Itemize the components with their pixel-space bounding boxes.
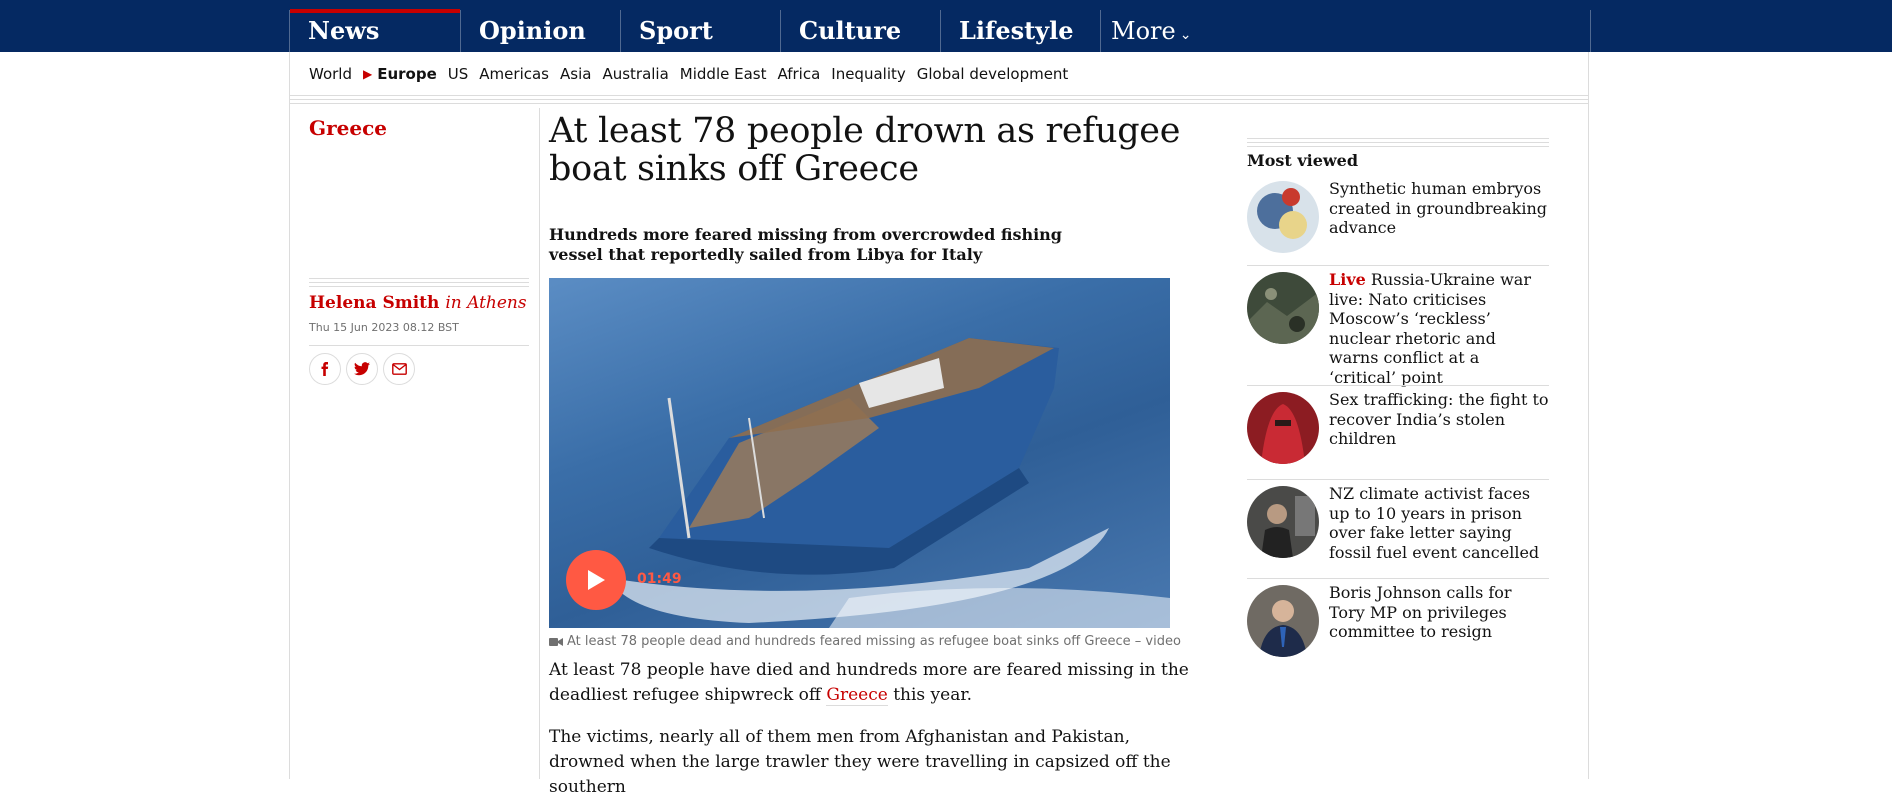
live-kicker: Live	[1329, 270, 1366, 289]
publish-date: Thu 15 Jun 2023 08.12 BST	[309, 321, 459, 334]
pillar-sport-label: Sport	[639, 16, 713, 45]
subnav-europe[interactable]: Europe	[377, 62, 437, 86]
article-paragraph-1: At least 78 people have died and hundred…	[549, 658, 1189, 708]
facebook-icon	[321, 362, 329, 376]
video-camera-icon	[549, 637, 563, 647]
meta-divider	[309, 278, 529, 290]
byline: Helena Smith in Athens	[309, 292, 527, 314]
thumbnail-image	[1247, 272, 1319, 344]
subnav-world[interactable]: World	[309, 62, 352, 86]
most-viewed-headline: NZ climate activist faces up to 10 years…	[1329, 484, 1540, 562]
column-divider	[539, 108, 540, 779]
play-button[interactable]	[566, 550, 626, 610]
author-name[interactable]: Helena Smith	[309, 293, 439, 313]
most-viewed-heading: Most viewed	[1247, 151, 1359, 170]
chevron-down-icon: ⌄	[1179, 27, 1192, 43]
email-icon	[391, 363, 407, 375]
pillar-news[interactable]: News	[290, 9, 460, 52]
video-caption: At least 78 people dead and hundreds fea…	[549, 634, 1181, 649]
subnav: World ▶ Europe US Americas Asia Australi…	[309, 62, 1079, 86]
subnav-middle-east[interactable]: Middle East	[680, 62, 767, 86]
most-viewed-divider	[1247, 138, 1549, 150]
subnav-inequality[interactable]: Inequality	[831, 62, 905, 86]
most-viewed-headline: Sex trafficking: the fight to recover In…	[1329, 390, 1549, 448]
subnav-africa[interactable]: Africa	[777, 62, 820, 86]
most-viewed-headline: Synthetic human embryos created in groun…	[1329, 179, 1547, 237]
more-menu-button[interactable]: More ⌄	[1100, 10, 1260, 52]
most-viewed-item-2[interactable]: Live Russia-Ukraine war live: Nato criti…	[1247, 265, 1549, 387]
most-viewed-headline: Live Russia-Ukraine war live: Nato criti…	[1329, 270, 1549, 387]
subnav-global-development[interactable]: Global development	[917, 62, 1069, 86]
article-paragraph-2: The victims, nearly all of them men from…	[549, 727, 1171, 797]
pillar-lifestyle[interactable]: Lifestyle	[940, 10, 1100, 52]
thumbnail-image	[1247, 181, 1319, 253]
share-email-button[interactable]	[383, 353, 415, 385]
section-tag[interactable]: Greece	[309, 116, 387, 140]
subnav-us[interactable]: US	[448, 62, 469, 86]
pillar-nav: News Opinion Sport Culture Lifestyle Mor…	[289, 9, 1591, 52]
most-viewed-item-1[interactable]: Synthetic human embryos created in groun…	[1247, 175, 1549, 265]
meta-separator	[309, 345, 529, 346]
section-divider	[289, 95, 1589, 107]
pillar-culture[interactable]: Culture	[780, 10, 940, 52]
subnav-australia[interactable]: Australia	[602, 62, 668, 86]
paragraph-1-text-end: this year.	[887, 685, 973, 705]
more-label: More	[1111, 17, 1176, 45]
thumbnail-image	[1247, 585, 1319, 657]
most-viewed-headline: Boris Johnson calls for Tory MP on privi…	[1329, 583, 1512, 641]
twitter-icon	[354, 362, 370, 376]
pillar-opinion-label: Opinion	[479, 16, 586, 45]
greece-link[interactable]: Greece	[826, 685, 888, 706]
video-caption-text: At least 78 people dead and hundreds fea…	[567, 634, 1181, 649]
share-twitter-button[interactable]	[346, 353, 378, 385]
pillar-lifestyle-label: Lifestyle	[959, 16, 1074, 45]
pillar-news-label: News	[308, 16, 380, 45]
play-icon	[588, 570, 605, 590]
pillar-culture-label: Culture	[799, 16, 902, 45]
share-facebook-button[interactable]	[309, 353, 341, 385]
article-headline: At least 78 people drown as refugee boat…	[549, 111, 1181, 189]
author-location: in Athens	[445, 293, 527, 313]
active-arrow-icon: ▶	[363, 67, 373, 81]
pillar-sport[interactable]: Sport	[620, 10, 780, 52]
thumbnail-image	[1247, 392, 1319, 464]
pillar-opinion[interactable]: Opinion	[460, 10, 620, 52]
article-standfirst: Hundreds more feared missing from overcr…	[549, 225, 1062, 264]
video-duration: 01:49	[637, 571, 682, 587]
subnav-americas[interactable]: Americas	[479, 62, 549, 86]
most-viewed-item-5[interactable]: Boris Johnson calls for Tory MP on privi…	[1247, 578, 1549, 668]
most-viewed-item-3[interactable]: Sex trafficking: the fight to recover In…	[1247, 385, 1549, 479]
thumbnail-image	[1247, 486, 1319, 558]
subnav-asia[interactable]: Asia	[560, 62, 591, 86]
most-viewed-item-4[interactable]: NZ climate activist faces up to 10 years…	[1247, 479, 1549, 578]
